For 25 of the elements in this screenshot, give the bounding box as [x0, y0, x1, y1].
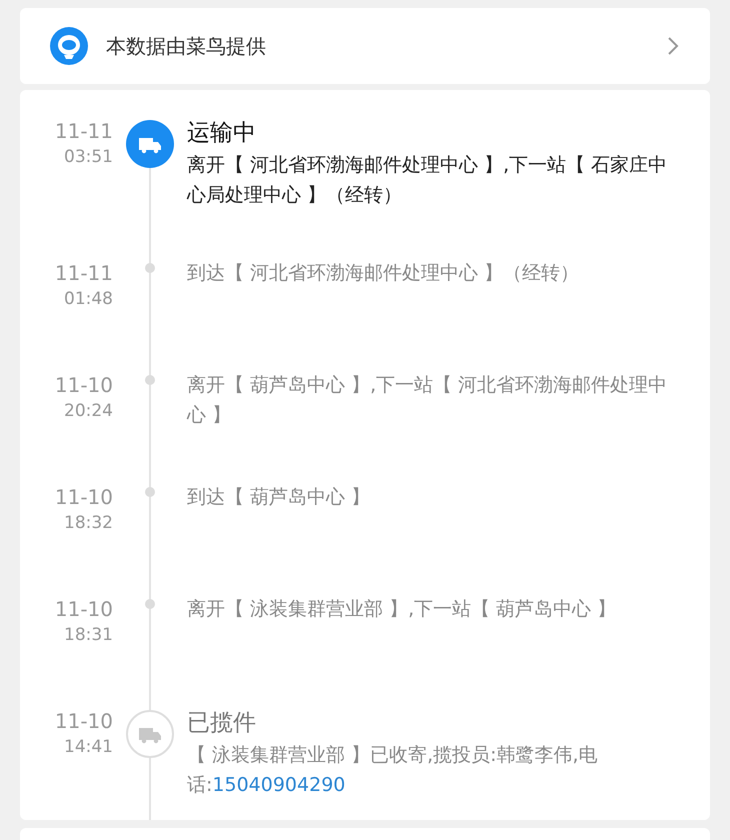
provider-bar[interactable]: 本数据由菜鸟提供 — [20, 8, 710, 84]
event-description: 离开【 河北省环渤海邮件处理中心 】,下一站【 石家庄中心局处理中心 】（经转） — [187, 153, 668, 208]
event-status: 运输中 — [187, 119, 257, 148]
event-time: 18:32 — [63, 512, 113, 535]
event-description: 到达【 河北省环渤海邮件处理中心 】（经转） — [187, 261, 580, 286]
event-date: 11-10 — [54, 484, 113, 510]
event-time: 01:48 — [63, 288, 113, 311]
provider-text: 本数据由菜鸟提供 — [106, 32, 267, 60]
event-date: 11-10 — [54, 708, 113, 734]
event-date: 11-10 — [54, 372, 113, 398]
event-date: 11-11 — [54, 118, 113, 144]
chevron-right-icon — [666, 35, 680, 57]
event-time: 20:24 — [63, 400, 113, 423]
event-time: 03:51 — [63, 146, 113, 169]
event-description: 离开【 泳装集群营业部 】,下一站【 葫芦岛中心 】 — [187, 597, 618, 622]
phone-link[interactable]: 15040904290 — [212, 774, 346, 796]
event-description: 到达【 葫芦岛中心 】 — [187, 485, 372, 510]
event-description: 【 泳装集群营业部 】已收寄,揽投员:韩鹭李伟,电话:15040904290 — [187, 743, 599, 798]
event-date: 11-10 — [54, 596, 113, 622]
event-time: 14:41 — [63, 736, 113, 759]
event-status: 已揽件 — [187, 709, 257, 738]
event-time: 18:31 — [63, 624, 113, 647]
event-description: 离开【 葫芦岛中心 】,下一站【 河北省环渤海邮件处理中心 】 — [187, 373, 668, 428]
event-date: 11-11 — [54, 260, 113, 286]
bird-logo-icon — [50, 27, 88, 65]
